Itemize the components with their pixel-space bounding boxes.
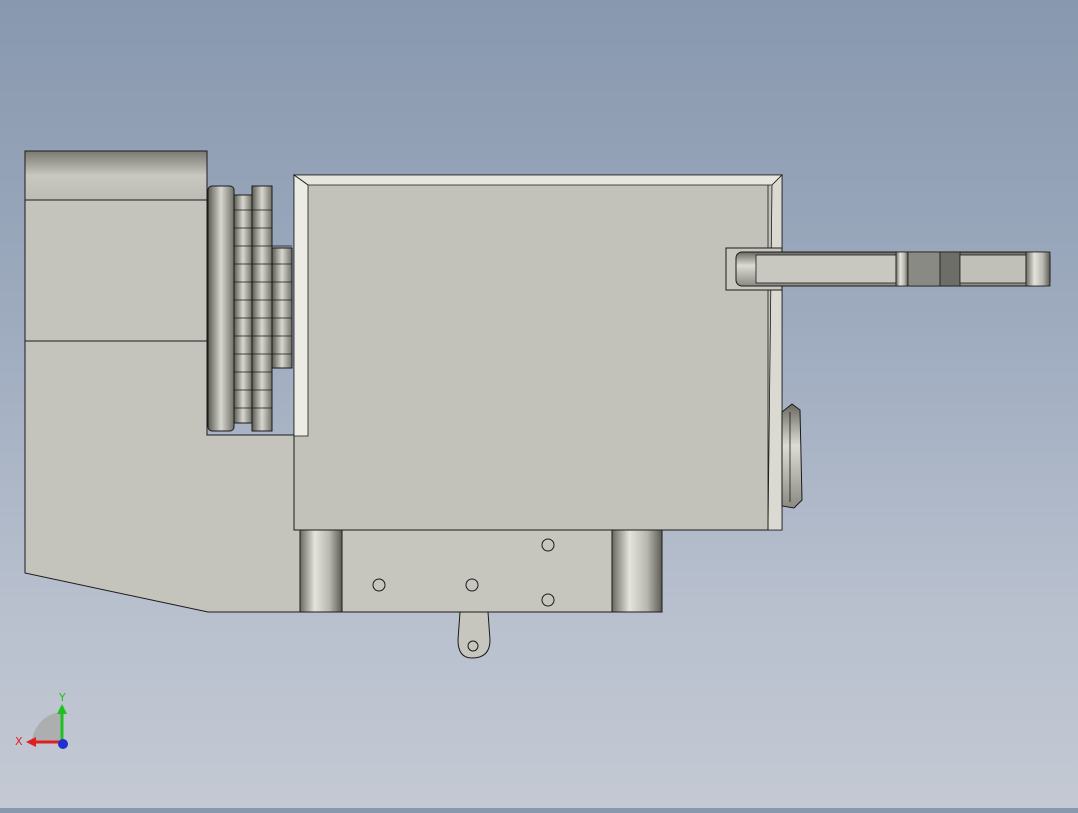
- bottom-mount-block[interactable]: [299, 529, 663, 613]
- cad-3d-viewport[interactable]: Y X: [0, 0, 1078, 808]
- side-boss[interactable]: [781, 403, 803, 509]
- main-housing-panel[interactable]: [292, 174, 783, 531]
- z-axis-dot: [58, 739, 68, 749]
- y-axis-label: Y: [58, 691, 66, 704]
- gear-assembly[interactable]: [207, 185, 293, 432]
- x-axis-label: X: [15, 735, 23, 748]
- triad-plane: [32, 712, 62, 742]
- lever-arm[interactable]: [725, 247, 1051, 291]
- hanging-tab[interactable]: [457, 611, 491, 659]
- axis-triad: Y X: [15, 691, 68, 749]
